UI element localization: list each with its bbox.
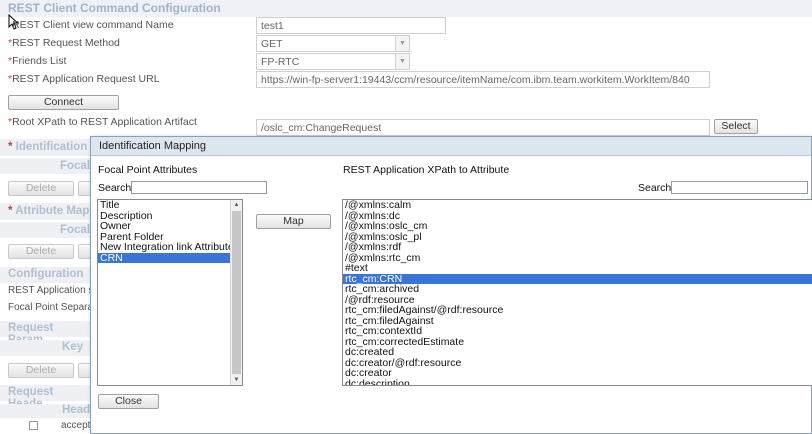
request-method-label: *REST Request Method: [8, 37, 120, 49]
xpath-attribute-item[interactable]: dc:description: [343, 378, 812, 385]
rest-application-label: REST Application s: [8, 285, 94, 296]
xpath-attribute-item[interactable]: rtc_cm:contextId: [343, 326, 812, 337]
right-search-input[interactable]: [671, 181, 808, 194]
xpath-attribute-item[interactable]: dc:creator/@rdf:resource: [343, 357, 812, 369]
focal-attribute-item[interactable]: New Integration link Attribute: [98, 242, 242, 253]
request-param-table-header: Key: [0, 340, 90, 356]
focal-attribute-item[interactable]: CRN: [98, 252, 242, 263]
dialog-title: Identification Mapping: [91, 137, 811, 156]
identification-section-header: * Identification: [0, 139, 90, 156]
xpath-attribute-item[interactable]: /@xmlns:rtc_cm: [343, 252, 812, 264]
request-method-select[interactable]: GET ▼: [256, 35, 410, 52]
close-button[interactable]: Close: [98, 394, 159, 409]
right-search-label: Search: [638, 182, 672, 194]
command-name-input[interactable]: test1: [256, 17, 446, 34]
request-param-section-header: Request Param: [0, 321, 90, 346]
scroll-up-icon[interactable]: ▲: [231, 200, 242, 210]
request-param-delete-button[interactable]: Delete: [8, 363, 74, 378]
left-scroll-thumb[interactable]: [232, 211, 241, 374]
request-url-input[interactable]: https://win-fp-server1:19443/ccm/resourc…: [256, 71, 710, 88]
request-header-section-header: Request Heade: [0, 385, 90, 410]
chevron-down-icon: ▼: [395, 36, 409, 51]
left-list-scrollbar[interactable]: ▲ ▼: [230, 200, 242, 385]
focal-point-attributes-list[interactable]: Title Description Owner Parent Folder New In…: [97, 199, 243, 386]
focal-attribute-item[interactable]: Title: [98, 200, 242, 211]
rest-xpath-list[interactable]: /@xmlns:calm/@xmlns:dc/@xmlns:oslc_cm/@x…: [342, 199, 812, 386]
accept-header-checkbox[interactable]: [29, 421, 38, 430]
request-header-table-header: Heade: [0, 404, 97, 418]
focal-point-attributes-heading: Focal Point Attributes: [98, 164, 198, 176]
xpath-attribute-item[interactable]: rtc_cm:correctedEstimate: [343, 336, 812, 348]
root-xpath-label: *Root XPath to REST Application Artifact: [8, 116, 197, 128]
attribute-map-table-header: Focal: [0, 222, 90, 238]
friends-list-label: *Friends List: [8, 55, 67, 67]
xpath-attribute-item[interactable]: #text: [343, 263, 812, 274]
attribute-map-delete-button[interactable]: Delete: [8, 244, 74, 259]
map-button[interactable]: Map: [256, 214, 331, 229]
xpath-attribute-item[interactable]: /@xmlns:calm: [343, 200, 812, 211]
xpath-attribute-item[interactable]: /@xmlns:oslc_cm: [343, 221, 812, 232]
request-url-label: *REST Application Request URL: [8, 73, 160, 85]
xpath-attribute-item[interactable]: /@xmlns:oslc_pl: [343, 231, 812, 243]
chevron-down-icon: ▼: [395, 54, 409, 69]
root-xpath-input[interactable]: /oslc_cm:ChangeRequest: [256, 119, 710, 136]
identification-delete-button[interactable]: Delete: [8, 181, 74, 196]
accept-header-label: accept: [61, 420, 91, 431]
left-search-input[interactable]: [131, 181, 267, 194]
page-title: REST Client Command Configuration: [0, 0, 812, 17]
xpath-attribute-item[interactable]: /@xmlns:rdf: [343, 242, 812, 253]
xpath-attribute-item[interactable]: rtc_cm:archived: [343, 284, 812, 295]
focal-attribute-item[interactable]: Owner: [98, 221, 242, 232]
configuration-section-header: Configuration: [0, 267, 90, 283]
focal-point-separator-label: Focal Point Separat: [8, 302, 96, 313]
connect-button[interactable]: Connect: [8, 95, 119, 110]
identification-mapping-dialog: Identification Mapping Focal Point Attri…: [90, 136, 812, 434]
xpath-attribute-item[interactable]: dc:creator: [343, 368, 812, 379]
rest-xpath-heading: REST Application XPath to Attribute: [343, 164, 510, 176]
identification-table-header: Focal: [0, 158, 90, 174]
attribute-map-section-header: * Attribute Map: [0, 203, 90, 220]
xpath-attribute-item[interactable]: dc:created: [343, 347, 812, 358]
select-xpath-button[interactable]: Select: [714, 119, 758, 134]
left-search-label: Search: [98, 182, 132, 194]
command-name-label: *REST Client view command Name: [12, 19, 174, 31]
friends-list-select[interactable]: FP-RTC ▼: [256, 53, 410, 70]
xpath-attribute-item[interactable]: rtc_cm:filedAgainst/@rdf:resource: [343, 305, 812, 316]
scroll-down-icon[interactable]: ▼: [231, 375, 242, 385]
